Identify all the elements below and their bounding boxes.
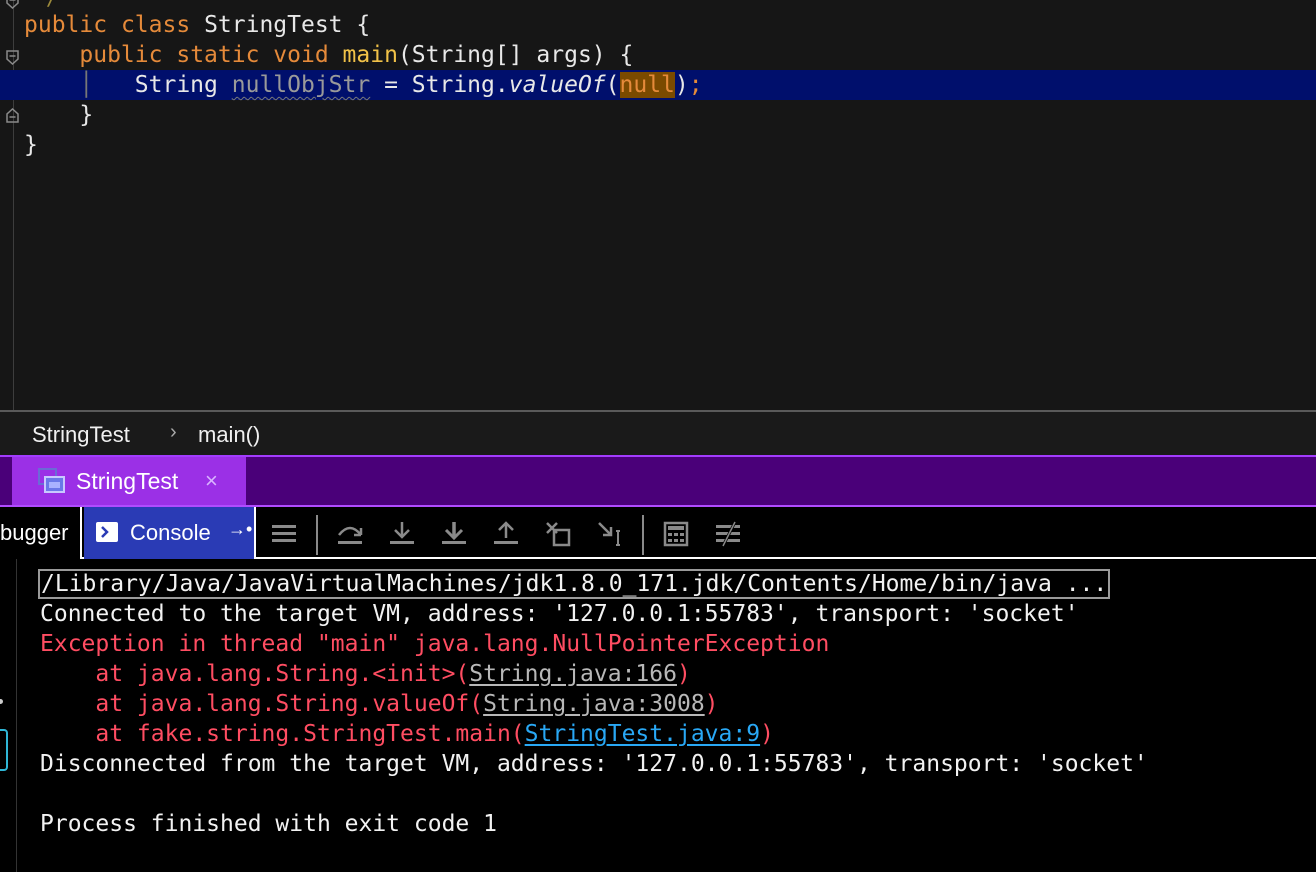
stack-frame: at fake.string.StringTest.main(StringTes… (40, 721, 774, 747)
evaluate-expression-icon[interactable] (663, 521, 689, 547)
console-connected: Connected to the target VM, address: '12… (40, 601, 1079, 627)
toolbar-separator (642, 515, 644, 555)
breadcrumb-method[interactable]: main() (198, 422, 260, 448)
breadcrumb: StringTest › main() (0, 410, 1316, 455)
toolbar-separator (316, 515, 318, 555)
tab-debugger-label: bugger (0, 520, 69, 545)
console-output[interactable]: /Library/Java/JavaVirtualMachines/jdk1.8… (0, 559, 1316, 872)
menu-icon[interactable] (271, 521, 297, 547)
gutter-marker (0, 699, 3, 704)
code-editor[interactable]: */ public class StringTest { public stat… (0, 0, 1316, 410)
stack-frame: at java.lang.String.<init>(String.java:1… (40, 661, 691, 687)
console-exit-status: Process finished with exit code 1 (40, 811, 497, 837)
tab-console-label: Console (130, 520, 211, 545)
unused-variable: nullObjStr (231, 72, 371, 98)
step-over-icon[interactable] (337, 521, 363, 547)
run-to-cursor-icon[interactable] (597, 521, 623, 547)
run-tab-label: StringTest (76, 468, 179, 494)
run-config-icon (38, 468, 66, 496)
tab-console[interactable]: Console →• (84, 507, 256, 559)
stack-frame-link[interactable]: StringTest.java:9 (525, 721, 760, 747)
step-into-icon[interactable] (389, 521, 415, 547)
gutter-bracket (0, 729, 8, 771)
step-out-icon[interactable] (493, 521, 519, 547)
code-line-2: public static void main(String[] args) { (79, 42, 634, 68)
close-icon[interactable]: × (205, 468, 218, 494)
stack-frame-link[interactable]: String.java:166 (469, 661, 677, 687)
trace-icon[interactable] (715, 521, 741, 547)
tab-debugger[interactable]: bugger (0, 507, 82, 559)
debug-toolbar: bugger Console →• (0, 505, 1316, 559)
breadcrumb-class[interactable]: StringTest (32, 422, 130, 448)
code-line-3: │ String nullObjStr = String.valueOf(nul… (79, 72, 703, 98)
stack-frame: at java.lang.String.valueOf(String.java:… (40, 691, 719, 717)
console-command-line[interactable]: /Library/Java/JavaVirtualMachines/jdk1.8… (38, 569, 1111, 599)
code-line-5: } (24, 132, 38, 158)
code-line-1: public class StringTest { (24, 12, 371, 38)
comment-tail: */ (34, 0, 58, 10)
pin-tab-icon[interactable]: →• (228, 519, 252, 540)
run-config-tab[interactable]: StringTest × (12, 457, 246, 505)
breadcrumb-separator: › (170, 421, 177, 443)
code-line-4: } (79, 102, 94, 128)
fold-end-icon[interactable] (5, 108, 20, 123)
console-disconnected: Disconnected from the target VM, address… (40, 751, 1148, 777)
drop-frame-icon[interactable] (545, 521, 571, 547)
stack-frame-link[interactable]: String.java:3008 (483, 691, 705, 717)
force-step-into-icon[interactable] (441, 521, 467, 547)
console-icon (96, 522, 118, 542)
fold-marker-icon[interactable] (5, 50, 20, 65)
console-gutter (16, 559, 17, 872)
debug-tab-bar: StringTest × (0, 455, 1316, 505)
null-literal: null (619, 72, 675, 98)
console-exception: Exception in thread "main" java.lang.Nul… (40, 631, 830, 657)
fold-marker-icon[interactable] (5, 0, 20, 9)
